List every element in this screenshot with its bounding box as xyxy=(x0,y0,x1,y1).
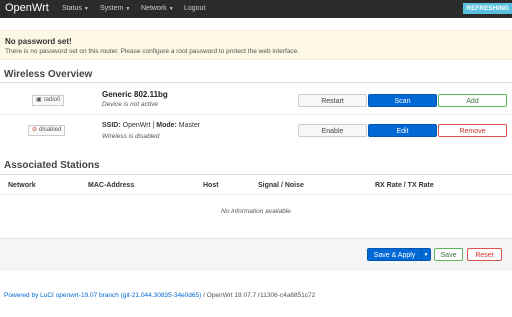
menu-system[interactable]: System ▼ xyxy=(100,5,130,12)
action-bar: Save & Apply ▼ Save Reset xyxy=(0,238,512,271)
col-signal-noise: Signal / Noise xyxy=(258,182,304,189)
ssid-label: SSID: xyxy=(102,122,121,129)
disabled-wifi-icon: ⊘ xyxy=(32,127,38,133)
network-badge: ⊘ disabled xyxy=(28,125,66,136)
network-badge-label: disabled xyxy=(39,127,62,133)
scan-button[interactable]: Scan xyxy=(368,94,437,107)
table-header-divider xyxy=(0,194,512,195)
associated-stations-title: Associated Stations xyxy=(4,160,100,171)
menu-network-label: Network xyxy=(141,5,167,12)
restart-button[interactable]: Restart xyxy=(298,94,367,107)
save-apply-button[interactable]: Save & Apply xyxy=(367,248,422,261)
alert-title: No password set! xyxy=(5,37,72,46)
mode-value: Master xyxy=(178,122,201,129)
save-apply-dropdown[interactable]: ▼ xyxy=(421,248,431,261)
add-button[interactable]: Add xyxy=(438,94,507,107)
row-divider xyxy=(0,114,512,115)
remove-button[interactable]: Remove xyxy=(438,124,507,137)
col-rx-tx-rate: RX Rate / TX Rate xyxy=(375,182,434,189)
wireless-overview-title: Wireless Overview xyxy=(4,69,93,80)
ssid-info: SSID: OpenWrt | Mode: Master xyxy=(102,122,201,129)
col-host: Host xyxy=(203,182,219,189)
chevron-down-icon: ▼ xyxy=(168,6,174,12)
enable-button[interactable]: Enable xyxy=(298,124,367,137)
password-warning: No password set! There is no password se… xyxy=(0,30,512,60)
network-status: Wireless is disabled xyxy=(102,133,160,140)
radio-badge-label: radio0 xyxy=(43,97,61,103)
edit-button[interactable]: Edit xyxy=(368,124,437,137)
alert-text: There is no password set on this router.… xyxy=(5,48,300,55)
chevron-down-icon: ▼ xyxy=(83,6,89,12)
device-status: Device is not active xyxy=(102,101,158,108)
mode-label: Mode: xyxy=(156,122,177,129)
chevron-down-icon: ▼ xyxy=(423,252,429,258)
menu-system-label: System xyxy=(100,5,124,12)
divider xyxy=(0,174,512,175)
chevron-down-icon: ▼ xyxy=(125,6,131,12)
menu-status[interactable]: Status ▼ xyxy=(62,5,89,12)
version-text: / OpenWrt 19.07.7 r11306-c4a6851c72 xyxy=(201,292,316,299)
ssid-value: OpenWrt xyxy=(122,122,151,129)
save-button[interactable]: Save xyxy=(434,248,463,261)
col-network: Network xyxy=(8,182,36,189)
footer: Powered by LuCI openwrt-19.07 branch (gi… xyxy=(4,292,315,299)
col-mac-address: MAC-Address xyxy=(88,182,135,189)
menu-network[interactable]: Network ▼ xyxy=(141,5,174,12)
refresh-indicator[interactable]: REFRESHING xyxy=(463,3,512,14)
menu-status-label: Status xyxy=(62,5,82,12)
wifi-icon: ▣ xyxy=(36,97,42,103)
divider xyxy=(0,82,512,83)
brand-logo[interactable]: OpenWrt xyxy=(5,2,49,14)
menu-logout[interactable]: Logout xyxy=(184,5,205,12)
reset-button[interactable]: Reset xyxy=(467,248,502,261)
empty-table-message: No information available xyxy=(221,208,291,215)
device-name: Generic 802.11bg xyxy=(102,90,168,99)
top-navbar: OpenWrt Status ▼ System ▼ Network ▼ Logout … xyxy=(0,0,512,18)
luci-link[interactable]: Powered by LuCI openwrt-19.07 branch (gi… xyxy=(4,292,201,299)
radio-badge: ▣ radio0 xyxy=(32,95,65,106)
